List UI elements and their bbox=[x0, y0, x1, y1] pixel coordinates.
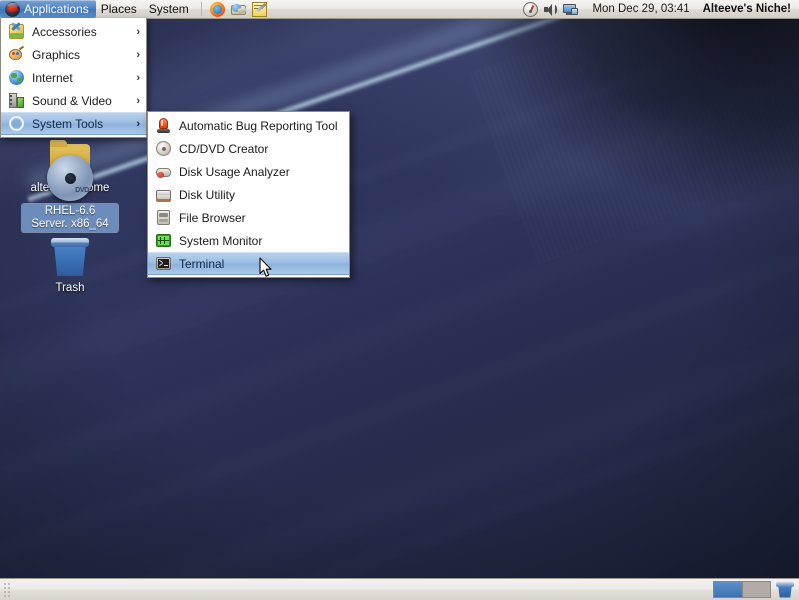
firefox-icon[interactable] bbox=[209, 1, 226, 18]
menu-item-label: Internet bbox=[32, 71, 130, 85]
panel-drag-handle[interactable] bbox=[2, 581, 11, 599]
applications-menu: Accessories › Graphics › Internet › bbox=[0, 18, 147, 138]
submenu-item-terminal[interactable]: Terminal bbox=[148, 252, 349, 275]
workspace-switcher[interactable] bbox=[713, 581, 771, 598]
panel-separator bbox=[201, 2, 202, 16]
system-tools-icon bbox=[8, 115, 25, 132]
menu-item-system-tools[interactable]: System Tools › bbox=[1, 112, 146, 135]
disk-usage-icon bbox=[155, 163, 172, 180]
cd-dvd-icon bbox=[155, 140, 172, 157]
submenu-item-system-monitor[interactable]: System Monitor bbox=[148, 229, 349, 252]
workspace-2[interactable] bbox=[742, 582, 770, 597]
submenu-item-cd-dvd-creator[interactable]: CD/DVD Creator bbox=[148, 137, 349, 160]
chevron-right-icon: › bbox=[136, 118, 140, 130]
user-name-label[interactable]: Alteeve's Niche! bbox=[703, 3, 799, 15]
chevron-right-icon: › bbox=[136, 72, 140, 84]
menu-item-sound-video[interactable]: Sound & Video › bbox=[1, 89, 146, 112]
menu-places-label: Places bbox=[101, 2, 137, 16]
file-browser-icon bbox=[155, 209, 172, 226]
chevron-right-icon: › bbox=[136, 26, 140, 38]
dvd-disc-text: DVD bbox=[75, 184, 89, 197]
trash-applet-icon[interactable] bbox=[776, 581, 794, 599]
disk-utility-icon bbox=[155, 186, 172, 203]
menu-item-label: System Tools bbox=[32, 117, 130, 131]
chevron-right-icon: › bbox=[136, 49, 140, 61]
redhat-logo-icon bbox=[5, 2, 20, 17]
chevron-right-icon: › bbox=[136, 95, 140, 107]
power-gauge-icon[interactable] bbox=[522, 1, 539, 18]
accessories-icon bbox=[8, 23, 25, 40]
submenu-item-label: CD/DVD Creator bbox=[179, 142, 343, 156]
submenu-item-file-browser[interactable]: File Browser bbox=[148, 206, 349, 229]
menu-system[interactable]: System bbox=[144, 0, 196, 18]
system-tray: Mon Dec 29, 03:41 Alteeve's Niche! bbox=[522, 1, 799, 18]
submenu-item-label: System Monitor bbox=[179, 234, 343, 248]
clock[interactable]: Mon Dec 29, 03:41 bbox=[582, 3, 699, 15]
system-tools-submenu: Automatic Bug Reporting Tool CD/DVD Crea… bbox=[147, 111, 350, 278]
submenu-item-label: Terminal bbox=[179, 257, 343, 271]
menu-item-graphics[interactable]: Graphics › bbox=[1, 43, 146, 66]
bottom-panel bbox=[0, 578, 799, 600]
text-editor-icon[interactable] bbox=[251, 1, 268, 18]
submenu-item-label: File Browser bbox=[179, 211, 343, 225]
dvd-disc-icon: DVD bbox=[47, 155, 93, 201]
submenu-item-label: Disk Usage Analyzer bbox=[179, 165, 343, 179]
evolution-mail-icon[interactable] bbox=[230, 1, 247, 18]
menu-item-label: Graphics bbox=[32, 48, 130, 62]
menu-places[interactable]: Places bbox=[96, 0, 144, 18]
window-list[interactable] bbox=[13, 580, 713, 600]
menu-applications-label: Applications bbox=[24, 2, 89, 16]
submenu-item-label: Automatic Bug Reporting Tool bbox=[179, 119, 343, 133]
system-monitor-icon bbox=[155, 232, 172, 249]
menu-item-accessories[interactable]: Accessories › bbox=[1, 20, 146, 43]
menu-item-label: Accessories bbox=[32, 25, 130, 39]
trash-can-icon bbox=[50, 236, 90, 278]
submenu-item-disk-usage-analyzer[interactable]: Disk Usage Analyzer bbox=[148, 160, 349, 183]
menu-item-label: Sound & Video bbox=[32, 94, 130, 108]
internet-globe-icon bbox=[8, 69, 25, 86]
sound-video-icon bbox=[8, 92, 25, 109]
abrt-siren-icon bbox=[155, 117, 172, 134]
speaker-icon[interactable] bbox=[542, 1, 559, 18]
submenu-item-abrt[interactable]: Automatic Bug Reporting Tool bbox=[148, 114, 349, 137]
submenu-item-label: Disk Utility bbox=[179, 188, 343, 202]
desktop-screen: alteeve's Home DVD RHEL-6.6 Server. x86_… bbox=[0, 0, 799, 600]
desktop-icon-label: RHEL-6.6 Server. x86_64 bbox=[22, 204, 118, 232]
submenu-item-disk-utility[interactable]: Disk Utility bbox=[148, 183, 349, 206]
desktop-icon-trash[interactable]: Trash bbox=[22, 236, 118, 296]
graphics-icon bbox=[8, 46, 25, 63]
workspace-1[interactable] bbox=[714, 582, 742, 597]
desktop-icon-rhel-dvd[interactable]: DVD RHEL-6.6 Server. x86_64 bbox=[22, 155, 118, 232]
desktop-icon-label: Trash bbox=[53, 281, 88, 296]
monitor-network-icon[interactable] bbox=[562, 1, 579, 18]
terminal-icon bbox=[155, 255, 172, 272]
top-panel: Applications Places System bbox=[0, 0, 799, 19]
menu-item-internet[interactable]: Internet › bbox=[1, 66, 146, 89]
menu-applications[interactable]: Applications bbox=[0, 0, 96, 18]
menu-system-label: System bbox=[149, 2, 189, 16]
